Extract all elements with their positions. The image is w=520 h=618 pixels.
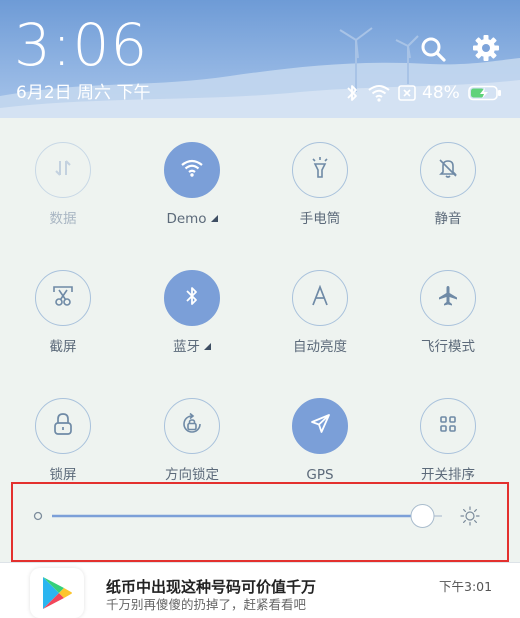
flashlight-toggle[interactable] bbox=[292, 142, 348, 198]
tile-silent[interactable]: 静音 bbox=[393, 142, 503, 228]
tile-auto-brightness-label: 自动亮度 bbox=[293, 339, 347, 355]
tile-auto-brightness[interactable]: 自动亮度 bbox=[265, 270, 375, 356]
clock-date: 6月2日 周六 下午 bbox=[16, 83, 151, 103]
bluetooth-toggle[interactable] bbox=[164, 270, 220, 326]
tile-wifi[interactable]: Demo bbox=[137, 142, 247, 228]
data-toggle[interactable] bbox=[35, 142, 91, 198]
search-icon[interactable] bbox=[420, 36, 446, 66]
notification-title: 纸币中出现这种号码可价值千万 bbox=[106, 578, 317, 596]
quick-settings-grid: 数据 Demo 手电筒 静音 截屏 蓝牙 自动亮度 飞行模式 锁屏 方向锁定 G… bbox=[0, 118, 520, 483]
rotation-lock-toggle[interactable] bbox=[164, 398, 220, 454]
battery-charging-icon bbox=[468, 83, 502, 103]
tile-flashlight[interactable]: 手电筒 bbox=[265, 142, 375, 228]
rotation-lock-icon bbox=[180, 412, 204, 440]
wifi-icon bbox=[180, 158, 204, 182]
tile-screenshot-label: 截屏 bbox=[49, 339, 77, 355]
play-store-icon bbox=[30, 568, 84, 618]
tile-flashlight-label: 手电筒 bbox=[299, 211, 341, 227]
brightness-highlight-box bbox=[11, 482, 509, 562]
tile-wifi-label: Demo bbox=[137, 210, 247, 228]
tile-rotation-lock[interactable]: 方向锁定 bbox=[137, 398, 247, 484]
bell-mute-icon bbox=[437, 157, 459, 183]
tile-data[interactable]: 数据 bbox=[8, 142, 118, 228]
toggle-order-button[interactable] bbox=[420, 398, 476, 454]
tile-bluetooth-label: 蓝牙 bbox=[137, 338, 247, 356]
lock-screen-toggle[interactable] bbox=[35, 398, 91, 454]
clock-time: 3:06 bbox=[14, 11, 149, 79]
divider bbox=[0, 562, 520, 563]
screenshot-toggle[interactable] bbox=[35, 270, 91, 326]
bluetooth-icon bbox=[184, 285, 200, 311]
bluetooth-icon bbox=[345, 83, 359, 103]
scissors-icon bbox=[51, 284, 75, 312]
auto-brightness-toggle[interactable] bbox=[292, 270, 348, 326]
auto-brightness-icon bbox=[309, 284, 331, 311]
bluetooth-label-text: 蓝牙 bbox=[173, 339, 200, 355]
no-sim-icon bbox=[398, 83, 416, 103]
tile-screenshot[interactable]: 截屏 bbox=[8, 270, 118, 356]
tile-airplane[interactable]: 飞行模式 bbox=[393, 270, 503, 356]
grid-icon bbox=[438, 414, 458, 438]
airplane-icon bbox=[436, 284, 460, 312]
notification-subtitle: 千万别再傻傻的扔掉了，赶紧看看吧 bbox=[106, 597, 307, 612]
tile-gps[interactable]: GPS bbox=[265, 398, 375, 484]
tile-bluetooth[interactable]: 蓝牙 bbox=[137, 270, 247, 356]
gear-icon[interactable] bbox=[472, 34, 500, 66]
lock-icon bbox=[52, 412, 74, 440]
gps-toggle[interactable] bbox=[292, 398, 348, 454]
tile-silent-label: 静音 bbox=[434, 211, 462, 227]
notification-time: 下午3:01 bbox=[439, 579, 493, 594]
wifi-toggle[interactable] bbox=[164, 142, 220, 198]
status-header: 3:06 6月2日 周六 下午 48% bbox=[0, 0, 520, 118]
expand-triangle-icon[interactable] bbox=[204, 343, 211, 350]
tile-lock-screen[interactable]: 锁屏 bbox=[8, 398, 118, 484]
silent-toggle[interactable] bbox=[420, 142, 476, 198]
tile-data-label: 数据 bbox=[49, 211, 77, 227]
tile-toggle-order[interactable]: 开关排序 bbox=[393, 398, 503, 484]
wifi-icon bbox=[368, 83, 390, 103]
flashlight-icon bbox=[309, 156, 331, 184]
battery-percent: 48% bbox=[422, 83, 460, 103]
expand-triangle-icon[interactable] bbox=[210, 215, 218, 222]
wifi-network-name: Demo bbox=[166, 211, 207, 227]
location-arrow-icon bbox=[308, 412, 332, 440]
tile-airplane-label: 飞行模式 bbox=[421, 339, 475, 355]
airplane-toggle[interactable] bbox=[420, 270, 476, 326]
data-arrows-icon bbox=[52, 157, 74, 183]
